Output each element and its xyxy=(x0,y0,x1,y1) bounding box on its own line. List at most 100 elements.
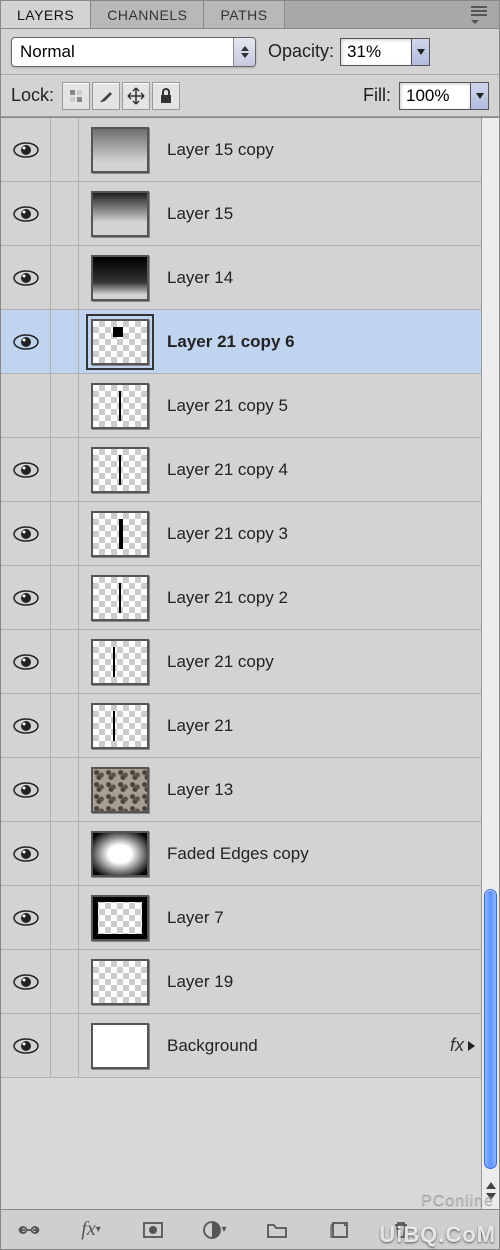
layer-row[interactable]: Layer 13 xyxy=(1,758,481,822)
lock-position-button[interactable] xyxy=(122,82,150,110)
layer-row[interactable]: Layer 7 xyxy=(1,886,481,950)
visibility-toggle[interactable] xyxy=(1,1014,51,1077)
lock-pixels-button[interactable] xyxy=(92,82,120,110)
layer-name[interactable]: Layer 21 copy 2 xyxy=(161,588,481,608)
layer-mask-icon[interactable] xyxy=(139,1216,167,1244)
layer-style-icon[interactable]: fx▾ xyxy=(77,1216,105,1244)
layer-name[interactable]: Layer 21 xyxy=(161,716,481,736)
layer-thumbnail[interactable] xyxy=(91,959,149,1005)
layer-name[interactable]: Faded Edges copy xyxy=(161,844,481,864)
thumbnail-column xyxy=(79,822,161,885)
adjustment-layer-icon[interactable]: ▾ xyxy=(201,1216,229,1244)
tab-layers[interactable]: LAYERS xyxy=(1,1,91,28)
visibility-toggle[interactable] xyxy=(1,630,51,693)
layer-thumbnail[interactable] xyxy=(91,1023,149,1069)
scroll-up-icon[interactable] xyxy=(486,1182,496,1189)
layer-name[interactable]: Layer 21 copy 3 xyxy=(161,524,481,544)
layer-name[interactable]: Layer 14 xyxy=(161,268,481,288)
link-layers-icon[interactable] xyxy=(15,1216,43,1244)
layer-thumbnail[interactable] xyxy=(91,831,149,877)
tab-spacer xyxy=(285,1,499,28)
thumbnail-column xyxy=(79,438,161,501)
layer-row[interactable]: Layer 21 copy 3 xyxy=(1,502,481,566)
visibility-toggle[interactable] xyxy=(1,182,51,245)
opacity-input[interactable]: 31% xyxy=(340,38,412,66)
layers-list[interactable]: Layer 15 copy Layer 15 Layer 14 Layer 21 co… xyxy=(1,118,481,1209)
lock-transparent-button[interactable] xyxy=(62,82,90,110)
layer-row[interactable]: Layer 21 copy 2 xyxy=(1,566,481,630)
visibility-toggle[interactable] xyxy=(1,886,51,949)
layer-row[interactable]: Layer 21 copy 4 xyxy=(1,438,481,502)
layer-thumbnail[interactable] xyxy=(91,447,149,493)
layer-thumbnail[interactable] xyxy=(91,319,149,365)
opacity-dropdown-button[interactable] xyxy=(412,38,430,66)
tab-channels[interactable]: CHANNELS xyxy=(91,1,204,28)
layer-thumbnail[interactable] xyxy=(91,383,149,429)
link-column xyxy=(51,950,79,1013)
visibility-toggle[interactable] xyxy=(1,502,51,565)
eye-icon xyxy=(12,269,40,287)
eye-icon xyxy=(12,845,40,863)
link-column xyxy=(51,822,79,885)
layer-group-icon[interactable] xyxy=(263,1216,291,1244)
lock-icons xyxy=(62,82,180,110)
scrollbar[interactable] xyxy=(481,118,499,1209)
layer-row[interactable]: Layer 21 copy xyxy=(1,630,481,694)
layer-thumbnail[interactable] xyxy=(91,639,149,685)
layer-thumbnail[interactable] xyxy=(91,767,149,813)
link-column xyxy=(51,246,79,309)
visibility-toggle[interactable] xyxy=(1,758,51,821)
layer-row[interactable]: Layer 21 copy 6 xyxy=(1,310,481,374)
layer-name[interactable]: Layer 21 copy 5 xyxy=(161,396,481,416)
layer-thumbnail[interactable] xyxy=(91,127,149,173)
visibility-toggle[interactable] xyxy=(1,438,51,501)
layer-row[interactable]: Layer 15 copy xyxy=(1,118,481,182)
layer-thumbnail[interactable] xyxy=(91,511,149,557)
lock-all-button[interactable] xyxy=(152,82,180,110)
visibility-toggle[interactable] xyxy=(1,950,51,1013)
fill-dropdown-button[interactable] xyxy=(471,82,489,110)
eye-icon xyxy=(12,525,40,543)
visibility-toggle[interactable] xyxy=(1,566,51,629)
layer-name[interactable]: Layer 21 copy 6 xyxy=(161,332,481,352)
layer-row[interactable]: Layer 21 copy 5 xyxy=(1,374,481,438)
layer-thumbnail[interactable] xyxy=(91,703,149,749)
visibility-toggle[interactable] xyxy=(1,118,51,181)
layer-thumbnail[interactable] xyxy=(91,895,149,941)
visibility-toggle[interactable] xyxy=(1,822,51,885)
panel-tab-bar: LAYERS CHANNELS PATHS xyxy=(1,1,499,29)
layer-thumbnail[interactable] xyxy=(91,191,149,237)
layer-row[interactable]: Backgroundfx xyxy=(1,1014,481,1078)
tab-paths[interactable]: PATHS xyxy=(204,1,284,28)
layer-row[interactable]: Layer 19 xyxy=(1,950,481,1014)
scroll-track[interactable] xyxy=(482,118,499,1173)
layer-thumbnail[interactable] xyxy=(91,255,149,301)
layer-name[interactable]: Layer 13 xyxy=(161,780,481,800)
watermark-pconline: PConline xyxy=(421,1192,494,1210)
visibility-toggle[interactable] xyxy=(1,374,51,437)
layer-thumbnail[interactable] xyxy=(91,575,149,621)
layer-name[interactable]: Background xyxy=(161,1036,421,1056)
layer-name[interactable]: Layer 7 xyxy=(161,908,481,928)
fill-input[interactable]: 100% xyxy=(399,82,471,110)
layer-row[interactable]: Layer 21 xyxy=(1,694,481,758)
layer-name[interactable]: Layer 15 xyxy=(161,204,481,224)
visibility-toggle[interactable] xyxy=(1,246,51,309)
link-column xyxy=(51,118,79,181)
visibility-toggle[interactable] xyxy=(1,310,51,373)
blend-mode-select[interactable]: Normal xyxy=(11,37,256,67)
scroll-thumb[interactable] xyxy=(484,889,497,1169)
layer-row[interactable]: Layer 14 xyxy=(1,246,481,310)
fx-indicator[interactable]: fx xyxy=(421,1035,481,1056)
layer-row[interactable]: Layer 15 xyxy=(1,182,481,246)
chevron-right-icon xyxy=(468,1041,475,1051)
layer-row[interactable]: Faded Edges copy xyxy=(1,822,481,886)
options-row: Normal Opacity: 31% xyxy=(1,29,499,75)
visibility-toggle[interactable] xyxy=(1,694,51,757)
layer-name[interactable]: Layer 15 copy xyxy=(161,140,481,160)
new-layer-icon[interactable] xyxy=(325,1216,353,1244)
layer-name[interactable]: Layer 19 xyxy=(161,972,481,992)
layer-name[interactable]: Layer 21 copy 4 xyxy=(161,460,481,480)
panel-menu-icon[interactable] xyxy=(467,2,491,28)
layer-name[interactable]: Layer 21 copy xyxy=(161,652,481,672)
